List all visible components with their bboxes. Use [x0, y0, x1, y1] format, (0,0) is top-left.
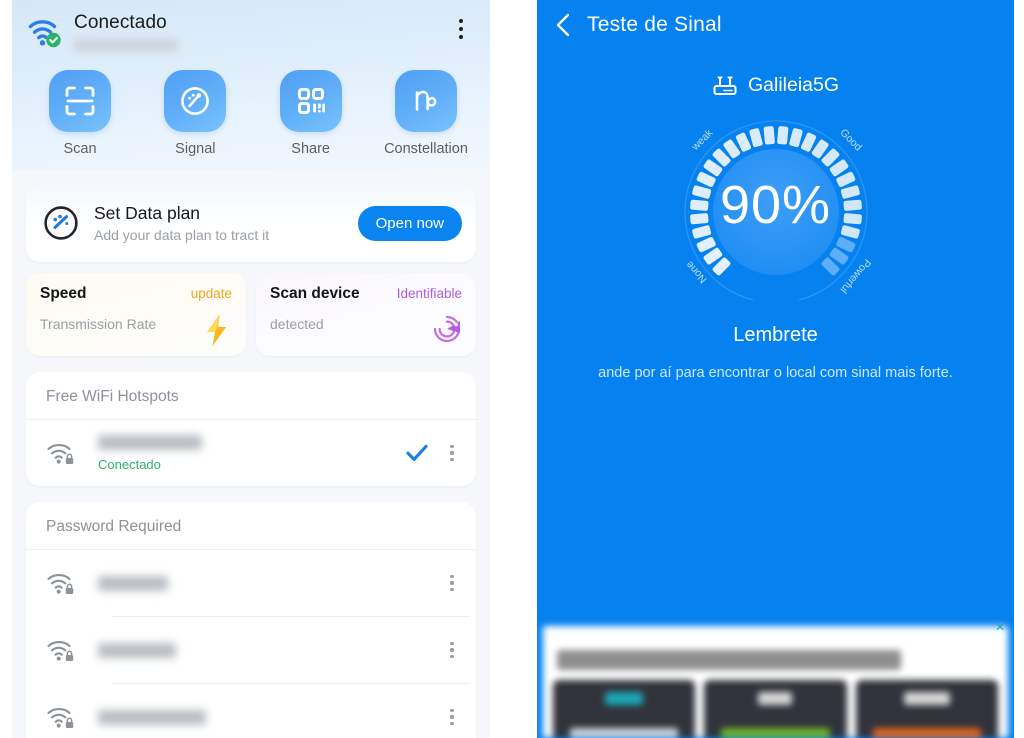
signal-tile [164, 70, 227, 132]
close-icon[interactable]: ✕ [995, 621, 1007, 633]
quick-action-label: Constellation [384, 141, 468, 157]
speed-card-title: Speed [40, 285, 87, 302]
quick-action-label: Signal [175, 141, 216, 157]
wifi-manager-screen: Conectado Scan Signal Share Constellatio… [12, 0, 490, 738]
secured-networks-card: Password Required [26, 502, 476, 738]
ad-thumbnail[interactable] [704, 680, 847, 738]
wifi-lock-icon [46, 440, 76, 466]
ad-thumbnail[interactable] [553, 680, 696, 738]
ad-banner-zone[interactable]: ✕ [537, 616, 1014, 738]
signal-gauge: 90% weak Good None Powerful [666, 112, 886, 300]
connection-status-bar: Conectado [12, 0, 490, 64]
open-now-button[interactable]: Open now [357, 205, 462, 241]
wifi-lock-icon [46, 570, 76, 596]
quick-action-constellation[interactable]: Constellation [380, 70, 472, 157]
network-ssid-redacted [98, 709, 206, 725]
scan-card-title: Scan device [270, 285, 360, 302]
quick-action-label: Scan [63, 141, 97, 157]
signal-test-header: Teste de Sinal [537, 0, 1014, 50]
wifi-lock-icon [46, 637, 76, 663]
scan-frame-icon [65, 86, 95, 116]
ad-thumb-pill [903, 692, 950, 705]
table-row[interactable]: Conectado [26, 420, 476, 486]
capricorn-zodiac-icon [415, 90, 437, 111]
speed-card-head: Speed update [40, 285, 232, 303]
row-overflow-menu-icon[interactable] [442, 705, 462, 729]
network-info: Conectado [98, 434, 404, 472]
table-row[interactable] [26, 617, 476, 683]
data-plan-subtitle: Add your data plan to tract it [94, 226, 270, 243]
data-gauge-icon [42, 204, 80, 242]
ad-thumb-bar [570, 728, 679, 738]
data-plan-title: Set Data plan [94, 202, 201, 223]
speed-card[interactable]: Speed update Transmission Rate [26, 273, 246, 356]
network-status: Conectado [98, 456, 161, 472]
free-hotspots-header: Free WiFi Hotspots [26, 372, 476, 420]
data-plan-card[interactable]: Set Data plan Add your data plan to trac… [26, 184, 476, 262]
checkmark-icon [404, 440, 430, 466]
scan-card-head: Scan device Identifiable [270, 285, 462, 303]
lightning-bolt-icon [200, 312, 234, 348]
status-text-block: Conectado [74, 12, 450, 52]
speed-card-tag[interactable]: update [191, 286, 232, 301]
ad-thumbnail-row [553, 680, 998, 738]
ad-banner-redacted[interactable] [543, 626, 1008, 738]
gauge-tick [763, 126, 775, 145]
network-info [98, 575, 442, 591]
secured-networks-header: Password Required [26, 502, 476, 550]
ad-thumb-bar [721, 728, 830, 738]
constellation-tile [394, 70, 457, 132]
scan-device-card[interactable]: Scan device Identifiable detected [256, 273, 476, 356]
network-ssid-redacted [98, 575, 168, 591]
speedometer-icon [181, 87, 210, 115]
quick-action-signal[interactable]: Signal [149, 70, 241, 157]
router-name: Galileia5G [747, 73, 840, 96]
header-overflow-menu-icon[interactable] [450, 16, 472, 42]
ad-thumb-bar [872, 728, 981, 738]
network-ssid-redacted [98, 434, 202, 450]
left-header-area: Conectado Scan Signal Share Constellatio… [12, 0, 490, 170]
reminder-text: ande por aí para encontrar o local com s… [598, 365, 953, 381]
scan-card-tag[interactable]: Identifiable [397, 286, 462, 301]
quick-action-label: Share [291, 141, 330, 157]
quick-action-scan[interactable]: Scan [34, 70, 126, 157]
router-identity: Galileia5G [537, 72, 1014, 98]
ad-headline-redacted [557, 650, 902, 670]
free-hotspots-card: Free WiFi Hotspots Conectado [26, 372, 476, 486]
dual-screenshot-container: Conectado Scan Signal Share Constellatio… [0, 0, 1024, 738]
chevron-left-icon[interactable] [549, 10, 579, 40]
ad-thumb-pill [758, 692, 793, 705]
gauge-tick [788, 128, 803, 148]
ad-thumb-pill [605, 692, 644, 705]
signal-test-screen: Teste de Sinal Galileia5G 90% weak Good … [537, 0, 1014, 738]
page-title: Teste de Sinal [587, 13, 722, 36]
gauge-tick [776, 126, 788, 145]
radar-scan-icon [430, 312, 464, 348]
router-icon [712, 72, 738, 98]
qr-code-icon [297, 88, 325, 114]
ad-thumbnail[interactable] [855, 680, 998, 738]
quick-actions-row: Scan Signal Share Constellation [12, 64, 490, 157]
data-plan-text: Set Data plan Add your data plan to trac… [94, 203, 358, 244]
mini-cards-row: Speed update Transmission Rate Scan devi… [26, 273, 476, 356]
table-row[interactable] [26, 550, 476, 616]
reminder-title: Lembrete [733, 324, 818, 346]
wifi-connected-icon [26, 14, 66, 48]
gauge-value: 90% [719, 175, 832, 235]
scan-tile [49, 70, 111, 132]
table-row[interactable] [26, 684, 476, 738]
row-overflow-menu-icon[interactable] [442, 571, 462, 595]
quick-action-share[interactable]: Share [265, 70, 357, 157]
network-info [98, 642, 442, 658]
share-tile [279, 70, 342, 132]
network-ssid-redacted [98, 642, 176, 658]
gauge-tick [748, 128, 763, 148]
connection-status-title: Conectado [74, 12, 167, 33]
connected-ssid-redacted [74, 39, 178, 52]
row-overflow-menu-icon[interactable] [442, 638, 462, 662]
row-overflow-menu-icon[interactable] [442, 441, 462, 465]
network-info [98, 709, 442, 725]
wifi-lock-icon [46, 704, 76, 730]
